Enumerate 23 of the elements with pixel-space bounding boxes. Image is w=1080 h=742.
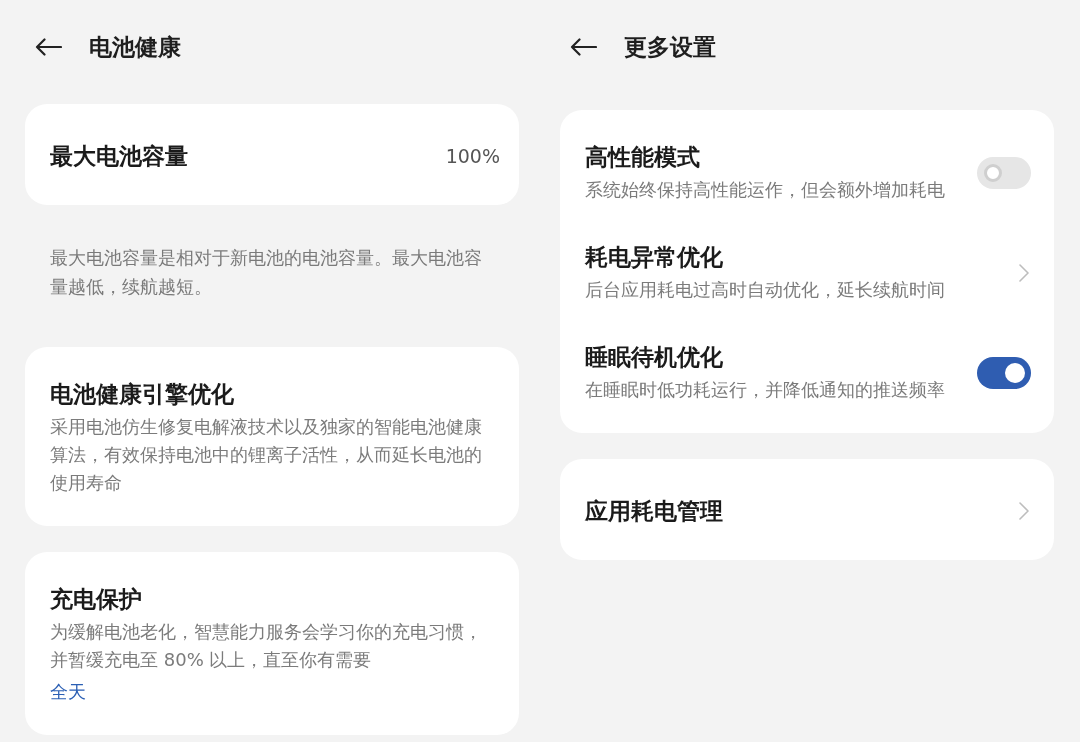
setting-title: 电池健康引擎优化 bbox=[50, 380, 235, 409]
setting-title: 耗电异常优化 bbox=[585, 243, 724, 272]
back-icon[interactable] bbox=[35, 38, 62, 56]
page-title: 电池健康 bbox=[89, 33, 181, 62]
setting-title: 最大电池容量 bbox=[50, 142, 189, 171]
chevron-right-icon bbox=[1019, 264, 1029, 282]
toggle-switch[interactable] bbox=[977, 157, 1031, 189]
setting-description: 系统始终保持高性能运作，但会额外增加耗电 bbox=[585, 178, 946, 202]
schedule-link[interactable]: 全天 bbox=[50, 678, 86, 706]
chevron-right-icon bbox=[1019, 502, 1029, 520]
page-title: 更多设置 bbox=[624, 33, 716, 62]
setting-description: 后台应用耗电过高时自动优化，延长续航时间 bbox=[585, 278, 946, 302]
setting-title: 应用耗电管理 bbox=[585, 497, 724, 526]
setting-description: 采用电池仿生修复电解液技术以及独家的智能电池健康算法，有效保持电池中的锂离子活性，从而延长电池的使用寿命 bbox=[50, 415, 483, 495]
setting-title: 高性能模式 bbox=[585, 143, 701, 172]
setting-title: 充电保护 bbox=[50, 585, 143, 614]
setting-description: 在睡眠时低功耗运行，并降低通知的推送频率 bbox=[585, 378, 946, 402]
back-icon[interactable] bbox=[570, 38, 597, 56]
setting-value: 100% bbox=[445, 145, 500, 167]
toggle-switch[interactable] bbox=[977, 357, 1031, 389]
setting-title: 睡眠待机优化 bbox=[585, 343, 724, 372]
info-note: 最大电池容量是相对于新电池的电池容量。最大电池容量越低，续航越短。 bbox=[49, 246, 483, 299]
setting-description: 为缓解电池老化，智慧能力服务会学习你的充电习惯，并暂缓充电至 80% 以上，直至你有需要 bbox=[50, 620, 483, 672]
